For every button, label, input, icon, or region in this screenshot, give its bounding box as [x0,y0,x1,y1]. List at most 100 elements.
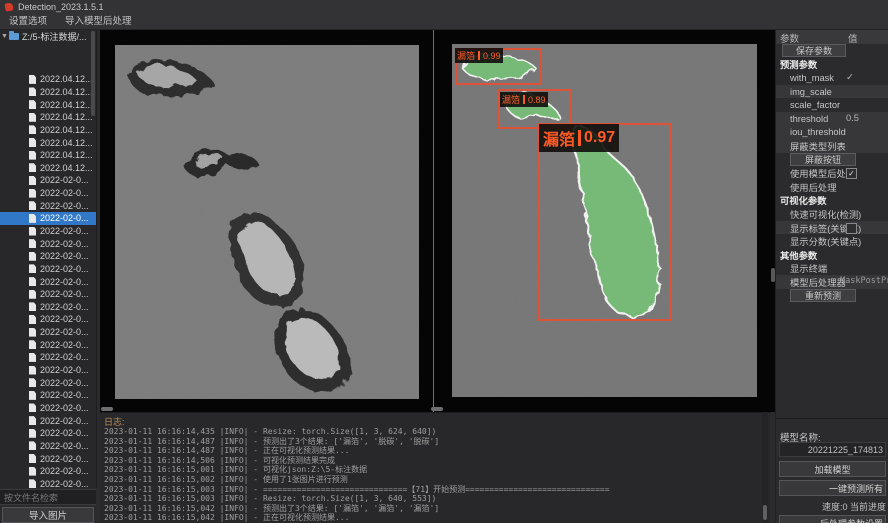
file-icon [29,353,36,362]
detection-score: 0.89 [528,95,546,105]
param-row[interactable]: 屏蔽类型列表 [776,139,888,153]
expander-arrow-icon[interactable]: ▼ [0,33,9,40]
tree-item[interactable]: 2022-02-0... [0,174,96,187]
tree-item-label: 2022.04.12... [40,163,93,173]
tree-scrollbar-thumb[interactable] [91,31,95,116]
tree-item[interactable]: 2022-02-0... [0,326,96,339]
tree-item-label: 2022.04.12... [40,74,93,84]
tree-item-label: 2022-02-0... [40,175,89,185]
tree-item[interactable]: 2022-02-0... [0,187,96,200]
param-row[interactable]: iou_threshold [776,126,888,140]
menu-item-import-postproc[interactable]: 导入模型后处理 [56,14,141,29]
right-hscroll-thumb[interactable] [431,407,443,411]
param-row[interactable]: 其他参数 [776,248,888,262]
param-row[interactable]: 显示标签(关键点) [776,221,888,235]
param-row[interactable]: 使用后处理 [776,180,888,194]
tree-item-label: 2022-02-0... [40,251,89,261]
param-value[interactable]: 0.5 [846,113,859,123]
tree-item[interactable]: 2022-02-0... [0,465,96,478]
tree-item[interactable]: 2022-02-0... [0,452,96,465]
param-row[interactable]: 可视化参数 [776,194,888,208]
file-icon [29,454,36,463]
tree-item[interactable]: 2022-02-0... [0,478,96,489]
tree-item[interactable]: 2022-02-0... [0,275,96,288]
param-row[interactable]: 模型后处理器 MaskPostPro [776,275,888,289]
tree-item-label: 2022-02-0... [40,277,89,287]
viewer-splitter[interactable] [433,30,434,412]
param-row[interactable]: img_scale [776,85,888,99]
file-icon [29,479,36,488]
tree-item[interactable]: 2022.04.12... [0,86,96,99]
load-model-button[interactable]: 加载模型 [779,461,886,477]
tree-item[interactable]: 2022-02-0... [0,414,96,427]
file-icon [29,429,36,438]
param-button[interactable]: 屏蔽按钮 [790,153,856,166]
tree-item[interactable]: 2022-02-0... [0,313,96,326]
tree-item[interactable]: 2022.04.12... [0,111,96,124]
menu-item-settings[interactable]: 设置选项 [0,14,56,29]
search-placeholder: 按文件名检索 [4,491,58,504]
param-row[interactable]: 使用模型后处理 ✓ [776,166,888,180]
log-output[interactable]: 2023-01-11 16:16:14,435 |INFO| - Resize:… [104,427,760,523]
tree-item[interactable]: 2022.04.12... [0,73,96,86]
params-rows: 保存参数 预测参数 with_mask ✓ img_scale scale_fa… [776,44,888,302]
filename-search-input[interactable]: 按文件名检索 [0,489,96,505]
param-row[interactable]: 保存参数 [776,44,888,58]
left-hscroll-thumb[interactable] [101,407,113,411]
tree-item[interactable]: 2022-02-0... [0,364,96,377]
tree-item[interactable]: 2022-02-0... [0,199,96,212]
param-label: 显示终端 [790,262,827,276]
param-row[interactable]: with_mask ✓ [776,71,888,85]
tree-item[interactable]: 2022-02-0... [0,225,96,238]
tree-item[interactable]: 2022.04.12... [0,136,96,149]
param-button[interactable]: 保存参数 [782,44,846,57]
label-divider [478,51,480,60]
detection-box: 漏箔 0.97 [538,123,671,321]
tree-item[interactable]: 2022-02-0... [0,389,96,402]
param-row[interactable]: scale_factor [776,98,888,112]
tree-item[interactable]: 2022-02-0... [0,301,96,314]
tree-item[interactable]: 2022.04.12... [0,124,96,137]
tree-item[interactable]: 2022-02-0... [0,427,96,440]
param-value[interactable]: ✓ [846,72,854,83]
param-row[interactable]: 预测参数 [776,58,888,72]
param-row[interactable]: threshold 0.5 [776,112,888,126]
log-scrollbar-thumb[interactable] [763,505,767,520]
param-row[interactable]: 显示终端 [776,262,888,276]
tree-item[interactable]: 2022-02-0... [0,288,96,301]
tree-item[interactable]: 2022-02-0... [0,263,96,276]
param-row[interactable]: 快速可视化(检测) [776,207,888,221]
param-value[interactable]: ✓ [846,168,857,179]
import-images-button[interactable]: 导入图片 [2,507,94,523]
tree-item[interactable]: 2022-02-0... [0,212,96,225]
tree-item[interactable]: 2022.04.12... [0,161,96,174]
tree-item-label: 2022.04.12... [40,100,93,110]
tree-item[interactable]: 2022-02-0... [0,440,96,453]
file-icon [29,252,36,261]
tree-item[interactable]: 2022-02-0... [0,237,96,250]
tree-item[interactable]: 2022-02-0... [0,351,96,364]
param-button[interactable]: 重新预测 [790,289,856,302]
model-name-field[interactable]: 20221225_174813 [779,442,886,457]
detection-label: 漏箔 0.97 [539,124,619,152]
tree-item[interactable]: 2022.04.12... [0,149,96,162]
file-icon [29,113,36,122]
tree-item-label: 2022-02-0... [40,327,89,337]
param-row[interactable]: 重新预测 [776,289,888,303]
param-value[interactable]: MaskPostPro [840,276,888,286]
detection-label: 漏箔 0.99 [455,48,503,63]
menu-bar: 设置选项 导入模型后处理 [0,14,888,30]
tree-item[interactable]: 2022-02-0... [0,338,96,351]
original-image[interactable] [115,45,419,399]
file-icon [29,277,36,286]
param-row[interactable]: 显示分数(关键点) [776,234,888,248]
tree-item[interactable]: 2022-02-0... [0,402,96,415]
param-row[interactable]: 屏蔽按钮 [776,153,888,167]
param-value[interactable] [846,223,857,234]
tree-root-node[interactable]: ▼ Z:/5-标注数据/... [0,30,96,43]
tree-item[interactable]: 2022-02-0... [0,250,96,263]
predict-all-button[interactable]: 一键预测所有 [779,480,886,496]
tree-item[interactable]: 2022-02-0... [0,376,96,389]
file-icon [29,328,36,337]
tree-item[interactable]: 2022.04.12... [0,98,96,111]
